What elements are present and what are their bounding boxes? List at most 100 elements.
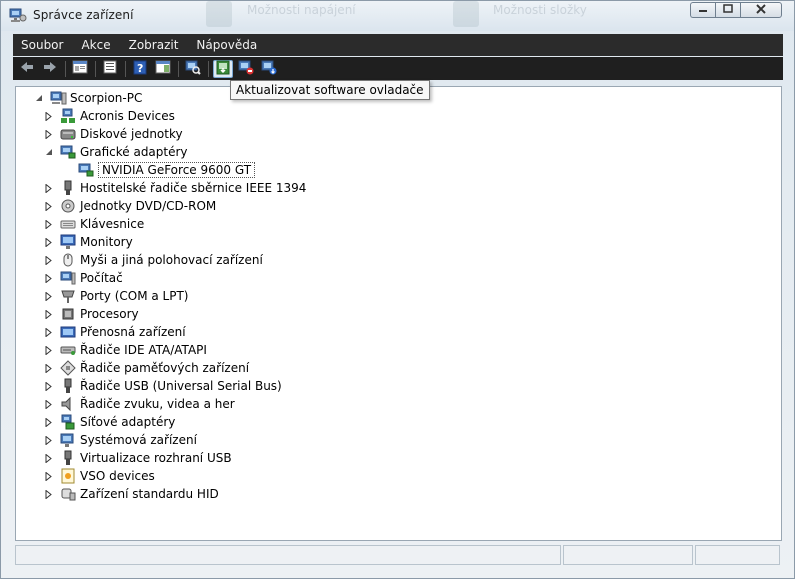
display-adapter-icon [60, 144, 76, 160]
minimize-icon [698, 5, 708, 16]
device-manager-window: Správce zařízení Možnosti napájení Možno… [0, 0, 795, 579]
expand-arrow-icon[interactable] [44, 417, 54, 427]
expand-arrow-icon[interactable] [44, 363, 54, 373]
tree-root-label: Scorpion-PC [70, 91, 143, 105]
tree-item-label: Řadiče zvuku, videa a her [80, 397, 235, 411]
expand-arrow-icon[interactable] [44, 399, 54, 409]
device-tree[interactable]: Scorpion-PC Acronis Devices Diskové jedno… [15, 86, 782, 541]
expand-arrow-icon[interactable] [44, 345, 54, 355]
tree-child-item[interactable]: NVIDIA GeForce 9600 GT [74, 161, 256, 179]
scan-hardware-button[interactable] [183, 60, 203, 78]
tree-item[interactable]: Jednotky DVD/CD-ROM [44, 197, 216, 215]
tree-item[interactable]: VSO devices [44, 467, 155, 485]
tree-item[interactable]: Systémová zařízení [44, 431, 197, 449]
expand-arrow-icon[interactable] [44, 381, 54, 391]
tree-item[interactable]: Řadiče USB (Universal Serial Bus) [44, 377, 282, 395]
expand-arrow-icon[interactable] [44, 273, 54, 283]
tree-item[interactable]: Porty (COM a LPT) [44, 287, 188, 305]
network-adapter-icon [60, 414, 76, 430]
expand-arrow-icon[interactable] [44, 291, 54, 301]
close-icon [756, 3, 766, 17]
tree-item[interactable]: Počítač [44, 269, 123, 287]
tree-item[interactable]: Zařízení standardu HID [44, 485, 219, 503]
tree-item-label: Virtualizace rozhraní USB [80, 451, 232, 465]
properties-button[interactable] [100, 60, 120, 78]
back-button[interactable] [17, 60, 37, 78]
caption-buttons [690, 2, 782, 18]
status-bar [15, 545, 782, 565]
disable-device-button[interactable] [236, 60, 256, 78]
expand-arrow-icon[interactable] [44, 435, 54, 445]
tree-item[interactable]: Monitory [44, 233, 133, 251]
background-window-title: Možnosti složky [493, 3, 587, 17]
expand-arrow-icon[interactable] [44, 183, 54, 193]
tree-item[interactable]: Řadiče zvuku, videa a her [44, 395, 235, 413]
tree-item-label: Myši a jiná polohovací zařízení [80, 253, 263, 267]
tree-item-label: Hostitelské řadiče sběrnice IEEE 1394 [80, 181, 307, 195]
keyboard-icon [60, 216, 76, 232]
tree-item[interactable]: Řadiče paměťových zařízení [44, 359, 249, 377]
tree-item[interactable]: Virtualizace rozhraní USB [44, 449, 232, 467]
tree-item-label: Počítač [80, 271, 123, 285]
tree-item[interactable]: Diskové jednotky [44, 125, 183, 143]
tree-item[interactable]: Klávesnice [44, 215, 144, 233]
collapse-arrow-icon[interactable] [44, 147, 54, 157]
minimize-button[interactable] [690, 2, 715, 18]
menu-action[interactable]: Akce [71, 38, 118, 52]
expand-arrow-icon[interactable] [44, 201, 54, 211]
uninstall-device-button[interactable] [259, 60, 279, 78]
tree-item[interactable]: Přenosná zařízení [44, 323, 186, 341]
usb-icon [60, 378, 76, 394]
vso-icon [60, 468, 76, 484]
system-device-icon [60, 432, 76, 448]
menu-view[interactable]: Zobrazit [119, 38, 187, 52]
expand-arrow-icon[interactable] [44, 489, 54, 499]
tree-item-label: Grafické adaptéry [80, 145, 188, 159]
action-pane-button[interactable] [153, 60, 173, 78]
toolbar-separator [208, 60, 209, 77]
toolbar-separator [65, 60, 66, 77]
expand-arrow-icon[interactable] [44, 309, 54, 319]
expand-arrow-icon[interactable] [44, 453, 54, 463]
close-button[interactable] [740, 2, 782, 18]
tree-item[interactable]: Myši a jiná polohovací zařízení [44, 251, 263, 269]
console-icon [155, 60, 171, 77]
tree-item-label: Porty (COM a LPT) [80, 289, 189, 303]
forward-button[interactable] [40, 60, 60, 78]
tree-item[interactable]: Hostitelské řadiče sběrnice IEEE 1394 [44, 179, 306, 197]
expand-arrow-icon[interactable] [44, 237, 54, 247]
tree-item[interactable]: Grafické adaptéry [44, 143, 188, 161]
expand-arrow-icon[interactable] [44, 129, 54, 139]
sound-icon [60, 396, 76, 412]
maximize-button[interactable] [715, 2, 740, 18]
menu-help[interactable]: Nápověda [186, 38, 265, 52]
expand-arrow-icon[interactable] [44, 111, 54, 121]
help-icon: ? [132, 60, 148, 78]
expand-arrow-icon[interactable] [44, 327, 54, 337]
update-driver-button[interactable] [213, 59, 233, 78]
tree-item[interactable]: Procesory [44, 305, 139, 323]
expand-arrow-icon[interactable] [44, 219, 54, 229]
port-icon [60, 288, 76, 304]
storage-controller-icon [60, 360, 76, 376]
properties-pane-icon [72, 60, 88, 77]
menu-bar: Soubor Akce Zobrazit Nápověda [13, 34, 783, 56]
expand-arrow-icon[interactable] [44, 471, 54, 481]
help-button[interactable]: ? [130, 60, 150, 78]
collapse-arrow-icon[interactable] [34, 93, 44, 103]
background-window-icon [206, 1, 232, 27]
ide-controller-icon [60, 342, 76, 358]
title-bar[interactable]: Správce zařízení Možnosti napájení Možno… [1, 1, 794, 31]
tree-item-label: Klávesnice [80, 217, 145, 231]
menu-file[interactable]: Soubor [13, 38, 71, 52]
scan-hardware-icon [185, 60, 201, 78]
expand-arrow-icon[interactable] [44, 255, 54, 265]
forward-icon [42, 60, 58, 77]
show-hide-console-tree-button[interactable] [70, 60, 90, 78]
toolbar-separator [95, 60, 96, 77]
tree-item[interactable]: Acronis Devices [44, 107, 175, 125]
tree-root[interactable]: Scorpion-PC [34, 89, 142, 107]
tree-item[interactable]: Řadiče IDE ATA/ATAPI [44, 341, 207, 359]
tree-item[interactable]: Síťové adaptéry [44, 413, 175, 431]
processor-icon [60, 306, 76, 322]
